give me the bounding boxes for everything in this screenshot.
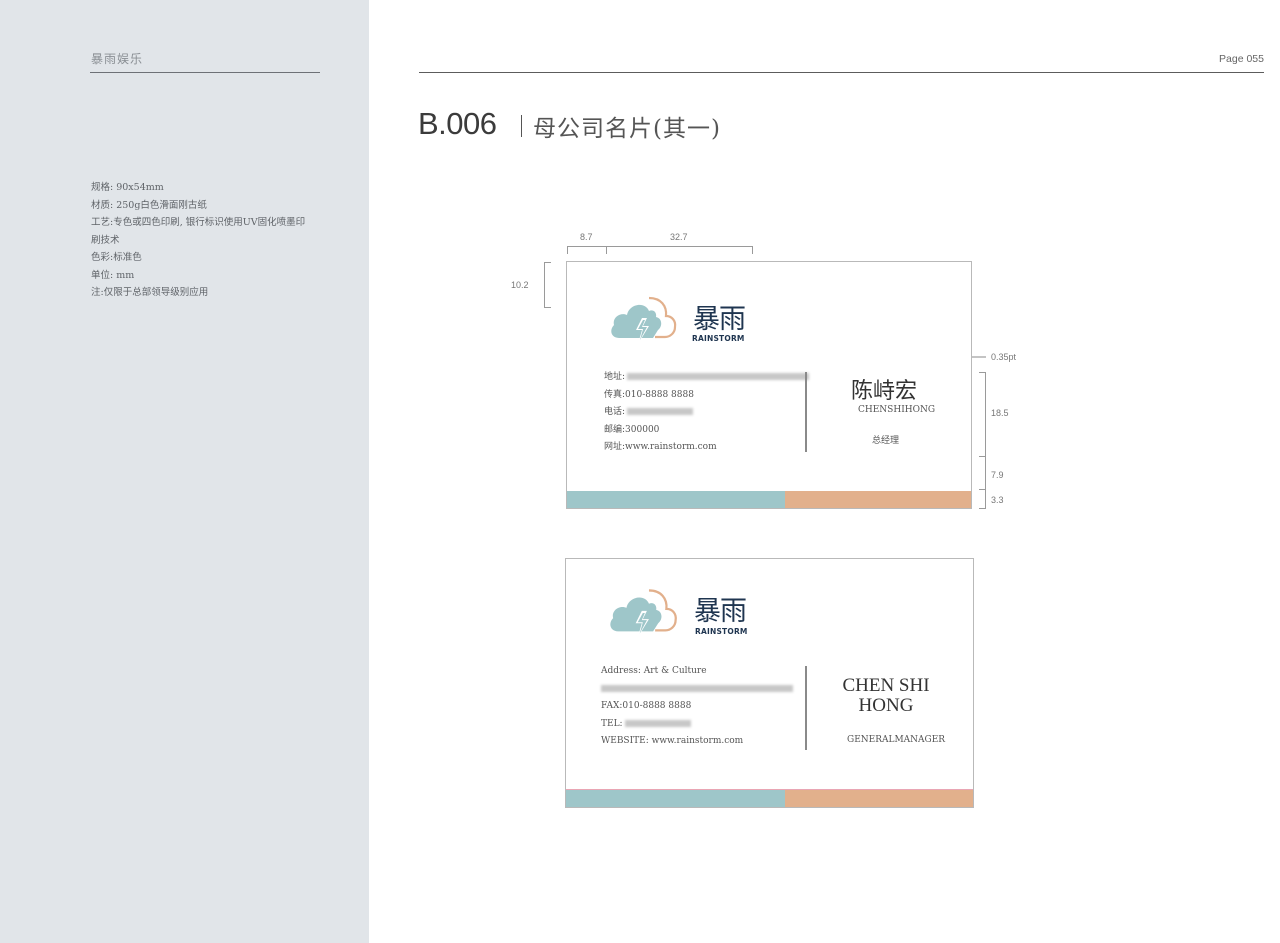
- person-name-pinyin: CHENSHIHONG: [858, 405, 936, 415]
- name-line-1: CHEN SHI: [842, 675, 930, 696]
- logo-chinese-text: 暴雨: [694, 596, 747, 627]
- spec-process-cont: 刷技术: [91, 234, 120, 246]
- redacted-address: [601, 684, 793, 692]
- spec-material: 材质: 250g白色滑面刚古纸: [91, 199, 207, 211]
- logo-english-text: RAINSTORM: [695, 627, 748, 636]
- web-line: 网址:www.rainstorm.com: [604, 442, 717, 452]
- dim-right-block: 18.5: [991, 408, 1009, 418]
- teal-stripe: [566, 790, 785, 807]
- logo-chinese-text: 暴雨: [693, 304, 746, 335]
- redacted-phone: [627, 408, 694, 415]
- redacted-address: [627, 373, 810, 380]
- name-line-2: HONG: [858, 695, 914, 716]
- person-name: CHEN SHI HONG: [824, 676, 948, 716]
- person-position: GENERALMANAGER: [847, 735, 946, 745]
- person-name: 陈峙宏: [851, 379, 918, 404]
- contact-info: 地址: 传真:010-8888 8888 电话: 邮编:300000 网址:ww…: [604, 369, 810, 457]
- business-card-chinese: 暴雨 RAINSTORM 地址: 传真:010-8888 8888 电话: 邮编…: [566, 261, 972, 509]
- address-line: 地址:: [604, 369, 810, 387]
- page-number: Page 055: [1219, 53, 1264, 65]
- dim-tick: [979, 508, 986, 509]
- brand-name: 暴雨娱乐: [91, 52, 144, 66]
- address-line: Address: Art & Culture: [601, 666, 707, 676]
- person-position: 总经理: [872, 436, 900, 446]
- dim-tick: [606, 246, 607, 254]
- contact-info: Address: Art & Culture FAX:010-8888 8888…: [601, 666, 793, 754]
- dim-line-vertical: [544, 262, 545, 308]
- dim-tick: [567, 246, 568, 254]
- rainstorm-cloud-logo-icon: [611, 296, 677, 344]
- dim-tick: [979, 372, 986, 373]
- address-line-2: [601, 684, 793, 702]
- header-divider: [419, 72, 1264, 73]
- zip-line: 邮编:300000: [604, 424, 660, 435]
- section-code: B.006: [418, 106, 497, 141]
- dim-tick: [544, 262, 551, 263]
- fax-line: 传真:010-8888 8888: [604, 389, 694, 400]
- business-card-english: 暴雨 RAINSTORM Address: Art & Culture FAX:…: [565, 558, 974, 808]
- title-separator: [521, 115, 522, 137]
- dim-top-margin: 10.2: [511, 280, 529, 290]
- card-divider: [805, 666, 807, 750]
- dim-bottom-gap: 7.9: [991, 470, 1004, 480]
- dim-tick: [544, 307, 551, 308]
- card-divider: [805, 372, 807, 452]
- spec-list: 规格: 90x54mm 材质: 250g白色滑面刚古纸 工艺:专色或四色印刷, …: [91, 179, 336, 302]
- dim-line-horizontal: [567, 246, 753, 247]
- spec-process: 工艺:专色或四色印刷, 银行标识使用UV固化喷墨印: [91, 217, 306, 228]
- dim-tick: [979, 489, 986, 490]
- dim-left-margin: 8.7: [580, 232, 593, 242]
- peach-stripe: [785, 790, 973, 807]
- dim-line-weight: 0.35pt: [991, 352, 1017, 362]
- spec-unit: 单位: mm: [91, 269, 135, 281]
- website-line: WEBSITE: www.rainstorm.com: [601, 736, 744, 746]
- dim-tick: [979, 456, 986, 457]
- dim-tick: [752, 246, 753, 254]
- tel-line: TEL:: [601, 719, 793, 737]
- dim-logo-width: 32.7: [670, 232, 688, 242]
- fax-line: FAX:010-8888 8888: [601, 701, 692, 711]
- brand-divider: [90, 72, 320, 73]
- spec-color: 色彩:标准色: [91, 252, 142, 263]
- peach-stripe: [785, 491, 971, 508]
- logo-english-text: RAINSTORM: [692, 334, 745, 343]
- page-title: 母公司名片(其一): [533, 116, 721, 142]
- spec-note: 注:仅限于总部领导级别应用: [91, 287, 209, 298]
- teal-stripe: [567, 491, 785, 508]
- sidebar: 暴雨娱乐 规格: 90x54mm 材质: 250g白色滑面刚古纸 工艺:专色或四…: [0, 0, 369, 943]
- dim-stripe: 3.3: [991, 495, 1004, 505]
- redacted-phone: [624, 719, 691, 727]
- phone-line: 电话:: [604, 404, 809, 422]
- rainstorm-cloud-logo-icon: [610, 589, 677, 638]
- spec-size: 规格: 90x54mm: [91, 182, 164, 193]
